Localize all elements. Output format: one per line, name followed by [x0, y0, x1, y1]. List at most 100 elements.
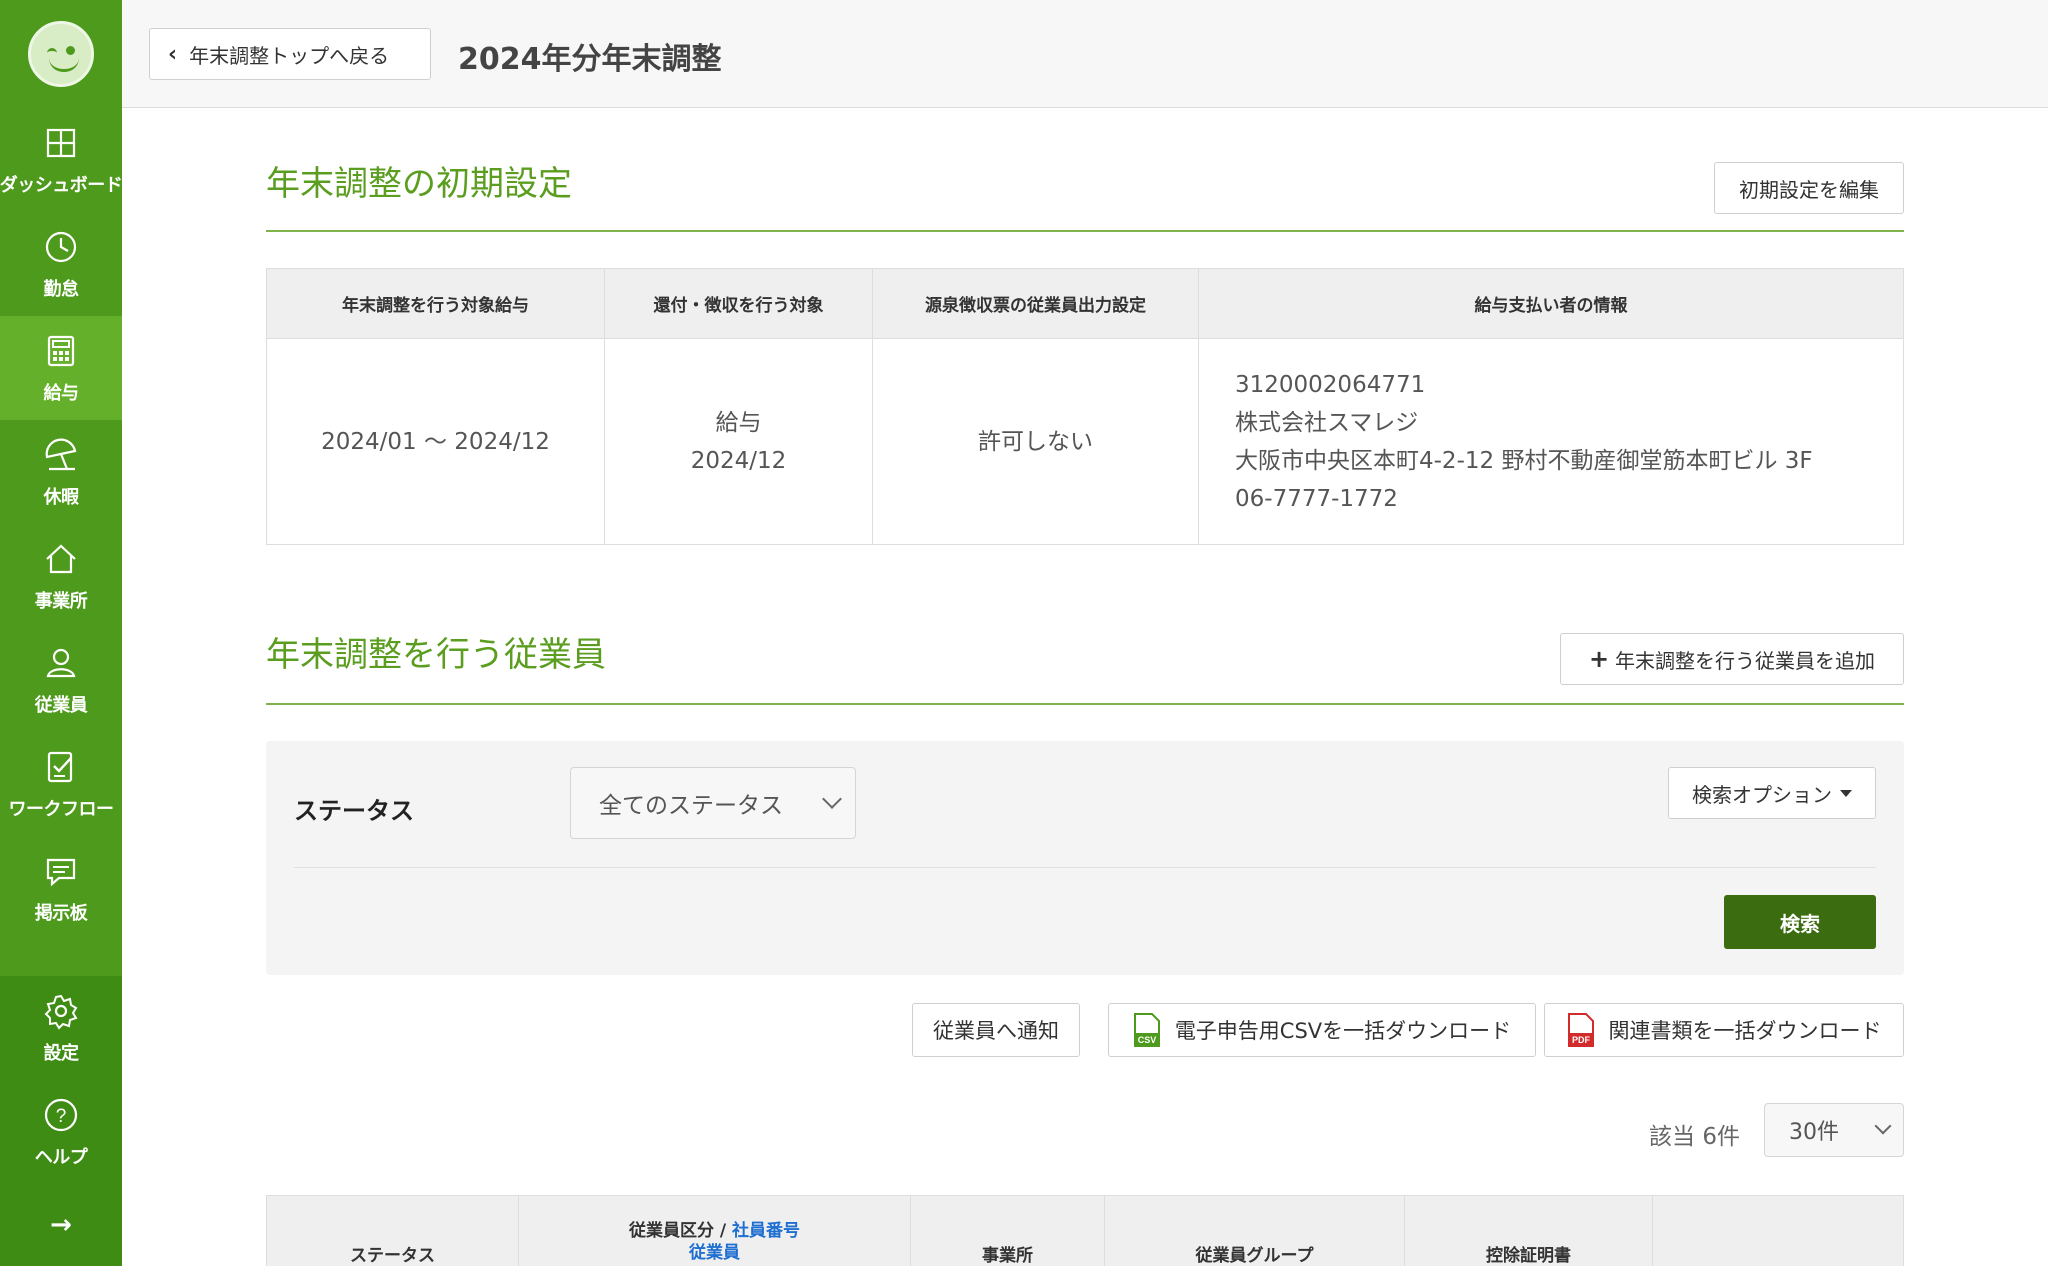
sidebar-item-leave[interactable]: 休暇	[0, 420, 122, 524]
download-csv-button[interactable]: CSV 電子申告用CSVを一括ダウンロード	[1108, 1003, 1536, 1057]
back-button-label: 年末調整トップへ戻る	[189, 43, 390, 68]
refund-target-type: 給与	[715, 409, 762, 436]
employee-list-table: ステータス 従業員区分 / 社員番号 従業員 事業所 従業員グループ 控除証明書	[266, 1195, 1904, 1266]
chat-icon	[46, 858, 76, 887]
section-title-employees: 年末調整を行う従業員	[266, 635, 606, 675]
column-header-type: 従業員区分	[628, 1221, 714, 1241]
main-content: 年末調整の初期設定 初期設定を編集 年末調整を行う対象給与 還付・徴収を行う対象…	[266, 108, 1904, 1266]
add-employee-label: 年末調整を行う従業員を追加	[1615, 648, 1876, 673]
sidebar-item-label: ワークフロー	[8, 799, 115, 820]
edit-initial-settings-button[interactable]: 初期設定を編集	[1714, 162, 1904, 214]
column-header: 年末調整を行う対象給与	[266, 268, 605, 339]
person-icon	[46, 648, 76, 678]
caret-down-icon	[1840, 789, 1852, 797]
sidebar-item-payroll[interactable]: 給与	[0, 316, 122, 420]
result-count-row: 該当 6件 30件	[266, 1103, 1904, 1195]
sidebar-item-help[interactable]: ? ヘルプ	[0, 1080, 122, 1184]
payer-info: 3120002064771 株式会社スマレジ 大阪市中央区本町4-2-12 野村…	[1198, 338, 1904, 545]
result-count: 該当 6件	[1649, 1124, 1740, 1150]
sidebar-item-label: ヘルプ	[34, 1147, 88, 1168]
add-employee-button[interactable]: + 年末調整を行う従業員を追加	[1560, 633, 1904, 685]
download-documents-button[interactable]: PDF 関連書類を一括ダウンロード	[1544, 1003, 1904, 1057]
column-header-separator: /	[713, 1221, 733, 1241]
refund-target-month: 2024/12	[690, 447, 787, 474]
sidebar-item-label: 事業所	[34, 591, 88, 612]
section-title-initial-settings: 年末調整の初期設定	[266, 164, 572, 204]
svg-text:CSV: CSV	[1138, 1035, 1157, 1045]
column-header-office: 事業所	[910, 1195, 1105, 1266]
column-header: 源泉徴収票の従業員出力設定	[872, 268, 1199, 339]
employee-output-setting: 許可しない	[872, 338, 1199, 545]
page-header: ‹ 年末調整トップへ戻る 2024年分年末調整	[122, 0, 2048, 108]
sidebar-item-label: ダッシュボード	[0, 175, 123, 196]
column-header-actions	[1652, 1195, 1904, 1266]
sidebar-item-workflow[interactable]: ワークフロー	[0, 732, 122, 836]
column-header-employee: 従業員区分 / 社員番号 従業員	[518, 1195, 911, 1266]
target-period: 2024/01 〜 2024/12	[266, 338, 605, 545]
payer-address: 大阪市中央区本町4-2-12 野村不動産御堂筋本町ビル 3F	[1235, 447, 1813, 474]
sidebar-item-office[interactable]: 事業所	[0, 524, 122, 628]
initial-settings-table: 年末調整を行う対象給与 還付・徴収を行う対象 源泉徴収票の従業員出力設定 給与支…	[266, 268, 1904, 545]
svg-text:?: ?	[56, 1106, 67, 1127]
payer-phone: 06-7777-1772	[1235, 485, 1398, 512]
app-logo[interactable]	[0, 0, 122, 108]
status-select[interactable]: 全てのステータス	[570, 767, 856, 839]
column-header-status: ステータス	[266, 1195, 519, 1266]
column-header: 還付・徴収を行う対象	[604, 268, 873, 339]
sidebar-collapse-button[interactable]: →	[0, 1184, 122, 1266]
sidebar-item-board[interactable]: 掲示板	[0, 836, 122, 940]
csv-file-icon: CSV	[1133, 1013, 1160, 1047]
column-header-group: 従業員グループ	[1104, 1195, 1405, 1266]
calculator-icon	[47, 335, 75, 367]
per-page-select[interactable]: 30件	[1764, 1103, 1904, 1157]
search-button[interactable]: 検索	[1724, 895, 1876, 949]
sidebar-item-label: 設定	[43, 1043, 80, 1064]
dashboard-icon	[46, 128, 76, 158]
checklist-icon	[47, 751, 73, 783]
bulk-actions-row: 従業員へ通知 CSV 電子申告用CSVを一括ダウンロード PDF 関連書類を一括…	[266, 975, 1904, 1103]
sidebar-item-label: 勤怠	[43, 279, 80, 300]
pdf-file-icon: PDF	[1567, 1013, 1594, 1047]
chevron-left-icon: ‹	[168, 41, 178, 67]
status-filter-label: ステータス	[294, 797, 414, 825]
payer-corporate-number: 3120002064771	[1235, 371, 1426, 398]
sort-by-employee[interactable]: 従業員	[689, 1243, 740, 1263]
chevron-down-icon	[1874, 1117, 1892, 1135]
sidebar-item-label: 従業員	[34, 695, 88, 716]
employees-section-header: 年末調整を行う従業員 + 年末調整を行う従業員を追加	[266, 545, 1904, 705]
payer-name: 株式会社スマレジ	[1235, 409, 1419, 436]
smile-logo-icon	[28, 21, 94, 87]
gear-icon	[44, 994, 78, 1030]
sidebar-item-settings[interactable]: 設定	[0, 976, 122, 1080]
sidebar-item-dashboard[interactable]: ダッシュボード	[0, 108, 123, 212]
chevron-down-icon	[822, 789, 842, 809]
back-to-year-end-top-button[interactable]: ‹ 年末調整トップへ戻る	[149, 28, 431, 80]
per-page-value: 30件	[1789, 1120, 1839, 1145]
column-header-cert: 控除証明書	[1404, 1195, 1653, 1266]
sort-by-employee-number[interactable]: 社員番号	[732, 1221, 800, 1241]
sidebar-item-label: 休暇	[43, 487, 80, 508]
arrow-right-icon: →	[50, 1210, 72, 1240]
filter-divider	[294, 867, 1876, 868]
sidebar-item-label: 掲示板	[34, 903, 88, 924]
page-title: 2024年分年末調整	[458, 42, 722, 77]
search-options-label: 検索オプション	[1692, 782, 1832, 807]
sidebar-item-employees[interactable]: 従業員	[0, 628, 122, 732]
sidebar-item-label: 給与	[43, 383, 80, 404]
help-icon: ?	[44, 1098, 78, 1132]
download-documents-label: 関連書類を一括ダウンロード	[1608, 1019, 1882, 1043]
notify-employees-button[interactable]: 従業員へ通知	[912, 1003, 1080, 1057]
column-header: 給与支払い者の情報	[1198, 268, 1904, 339]
home-icon	[46, 544, 76, 574]
download-csv-label: 電子申告用CSVを一括ダウンロード	[1174, 1019, 1512, 1043]
initial-settings-header: 年末調整の初期設定 初期設定を編集	[266, 108, 1904, 232]
sidebar: ダッシュボード 勤怠 給与 休暇 事業所 従業員 ワークフロー 掲示板 設定 ?…	[0, 0, 123, 1266]
sidebar-bottom: 設定 ? ヘルプ →	[0, 976, 122, 1266]
clock-icon	[45, 231, 77, 263]
search-options-button[interactable]: 検索オプション	[1668, 767, 1876, 819]
search-filter-panel: ステータス 全てのステータス 検索オプション 検索	[266, 741, 1904, 975]
status-select-value: 全てのステータス	[599, 793, 783, 819]
sidebar-item-attendance[interactable]: 勤怠	[0, 212, 122, 316]
refund-target: 給与 2024/12	[604, 338, 873, 545]
beach-umbrella-icon	[45, 438, 77, 471]
